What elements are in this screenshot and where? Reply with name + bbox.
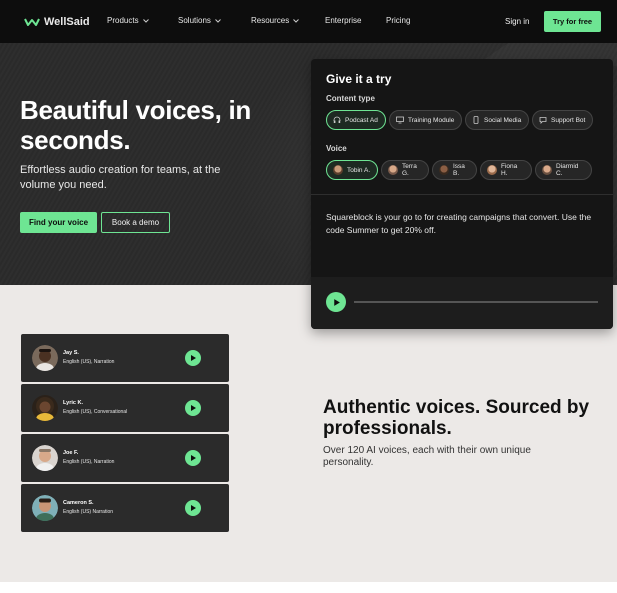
- hero-subtitle: Effortless audio creation for teams, at …: [20, 164, 221, 191]
- chip-voice-terra[interactable]: Terra G.: [381, 160, 429, 180]
- voice-card-jay[interactable]: Jay S. English (US), Narration: [21, 334, 229, 382]
- voice-meta: English (US) Narration: [63, 509, 114, 515]
- chip-voice-tobin[interactable]: Tobin A.: [326, 160, 378, 180]
- play-icon: [191, 405, 196, 411]
- chat-icon: [539, 117, 547, 124]
- nav-products-label: Products: [107, 16, 139, 25]
- play-button[interactable]: [185, 500, 201, 516]
- voice-card-cameron[interactable]: Cameron S. English (US) Narration: [21, 484, 229, 532]
- chip-social-media[interactable]: Social Media: [465, 110, 529, 130]
- nav-pricing[interactable]: Pricing: [386, 16, 410, 25]
- play-button[interactable]: [326, 292, 346, 312]
- chip-support-bot[interactable]: Support Bot: [532, 110, 593, 130]
- chip-label: Training Module: [408, 116, 455, 124]
- book-a-demo-button[interactable]: Book a demo: [101, 212, 170, 233]
- find-your-voice-button[interactable]: Find your voice: [20, 212, 97, 233]
- voice-card-joe[interactable]: Joe F. English (US), Narration: [21, 434, 229, 482]
- play-button[interactable]: [185, 350, 201, 366]
- monitor-icon: [396, 116, 404, 124]
- chip-voice-fiona[interactable]: Fiona H.: [480, 160, 532, 180]
- audio-player: [311, 277, 613, 329]
- panel-divider: [311, 194, 613, 195]
- wellsaid-logo[interactable]: WellSaid: [24, 14, 90, 30]
- avatar: [32, 345, 58, 371]
- play-button[interactable]: [185, 450, 201, 466]
- chip-voice-diarmid[interactable]: Diarmid C.: [535, 160, 592, 180]
- logo-mark-icon: [24, 18, 40, 26]
- nav-resources-label: Resources: [251, 16, 290, 25]
- voice-card-lyric[interactable]: Lyric K. English (US), Conversational: [21, 384, 229, 432]
- nav-solutions[interactable]: Solutions: [178, 16, 222, 25]
- nav-products[interactable]: Products: [107, 16, 150, 25]
- authentic-voices-title: Authentic voices. Sourced by professiona…: [323, 397, 590, 439]
- voice-meta: English (US), Narration: [63, 459, 115, 465]
- play-icon: [191, 355, 196, 361]
- authentic-voices-section: Jay S. English (US), Narration Lyric K. …: [0, 285, 617, 582]
- avatar: [487, 165, 497, 175]
- voice-meta: English (US), Conversational: [63, 409, 128, 415]
- nav-enterprise-label: Enterprise: [325, 16, 362, 25]
- chip-training-module[interactable]: Training Module: [389, 110, 462, 130]
- chip-label: Fiona H.: [501, 163, 518, 177]
- sign-in-link[interactable]: Sign in: [505, 17, 529, 26]
- content-type-label: Content type: [326, 94, 375, 103]
- play-icon: [333, 298, 340, 306]
- chip-label: Support Bot: [551, 116, 586, 124]
- chip-podcast-ad[interactable]: Podcast Ad: [326, 110, 386, 130]
- try-for-free-button[interactable]: Try for free: [544, 11, 601, 32]
- give-it-a-try-panel: Give it a try Content type Podcast Ad Tr…: [311, 59, 613, 329]
- play-icon: [191, 505, 196, 511]
- avatar: [32, 495, 58, 521]
- panel-title: Give it a try: [326, 72, 392, 86]
- chip-label: Tobin A.: [347, 166, 371, 174]
- voice-name: Jay S.: [63, 350, 79, 356]
- authentic-voices-subtitle: Over 120 AI voices, each with their own …: [323, 445, 531, 468]
- play-icon: [191, 455, 196, 461]
- chevron-down-icon: [215, 18, 221, 23]
- nav-solutions-label: Solutions: [178, 16, 211, 25]
- avatar: [439, 165, 449, 175]
- voice-label: Voice: [326, 144, 347, 153]
- chip-label: Podcast Ad: [345, 116, 378, 124]
- chip-label: Social Media: [484, 116, 522, 124]
- chip-voice-issa[interactable]: Issa B.: [432, 160, 477, 180]
- script-text[interactable]: Squareblock is your go to for creating c…: [326, 211, 601, 237]
- hero-title: Beautiful voices, in seconds.: [20, 95, 251, 155]
- avatar: [542, 165, 552, 175]
- avatar: [32, 445, 58, 471]
- chevron-down-icon: [142, 18, 149, 23]
- play-button[interactable]: [185, 400, 201, 416]
- nav-resources[interactable]: Resources: [251, 16, 300, 25]
- voice-meta: English (US), Narration: [63, 359, 115, 365]
- chevron-down-icon: [293, 18, 300, 23]
- progress-track[interactable]: [354, 301, 598, 303]
- avatar: [32, 395, 58, 421]
- headphones-icon: [333, 116, 341, 123]
- chip-label: Issa B.: [453, 163, 465, 177]
- top-nav: WellSaid Products Solutions Resources En…: [0, 0, 617, 43]
- voice-name: Joe F.: [63, 450, 79, 456]
- chip-label: Diarmid C.: [556, 163, 579, 177]
- logo-text: WellSaid: [44, 16, 90, 28]
- nav-enterprise[interactable]: Enterprise: [325, 16, 361, 25]
- phone-icon: [473, 116, 479, 124]
- voice-name: Lyric K.: [63, 400, 83, 406]
- nav-pricing-label: Pricing: [386, 16, 411, 25]
- avatar: [333, 165, 343, 175]
- avatar: [388, 165, 398, 175]
- voice-name: Cameron S.: [63, 500, 94, 506]
- chip-label: Terra G.: [402, 163, 417, 177]
